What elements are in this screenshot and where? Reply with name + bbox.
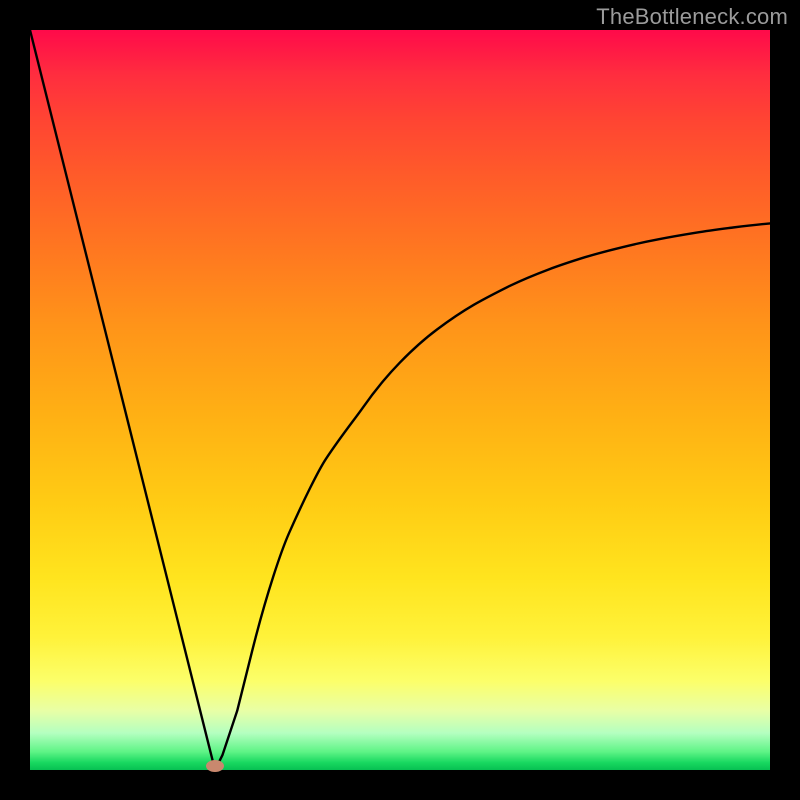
watermark-text: TheBottleneck.com: [596, 4, 788, 30]
curve-layer: [30, 30, 770, 770]
chart-frame: TheBottleneck.com: [0, 0, 800, 800]
plot-area: [30, 30, 770, 770]
minimum-marker: [206, 760, 224, 772]
bottleneck-curve: [30, 30, 770, 770]
